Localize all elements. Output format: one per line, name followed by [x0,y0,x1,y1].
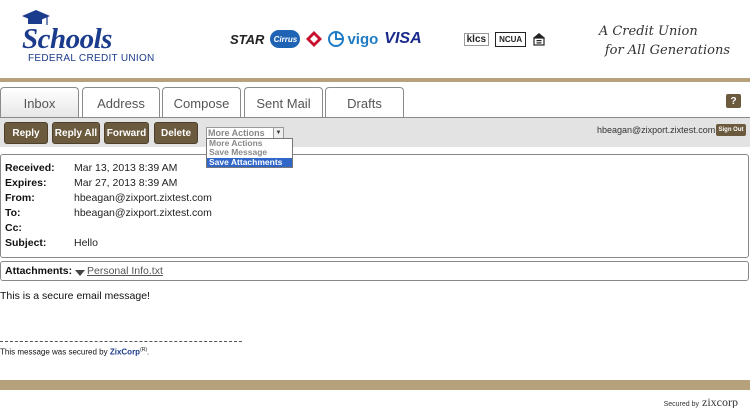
user-email: hbeagan@zixport.zixtest.com [597,125,716,135]
forward-button[interactable]: Forward [104,122,149,144]
received-row: Received: Mar 13, 2013 8:39 AM [5,162,177,176]
more-actions-value: More Actions [208,128,265,138]
network-logos: STAR Cirrus vigo VISA klcs NCUA [230,28,546,50]
pinwheel-icon [328,31,345,47]
logo-subtitle: FEDERAL CREDIT UNION [28,53,155,64]
expires-value: Mar 27, 2013 8:39 AM [74,177,178,189]
zixcorp-logo: zixcorp [702,395,738,408]
vigo-logo: vigo [328,31,378,48]
expires-label: Expires: [5,177,47,189]
attachments-bar: Attachments: Personal Info.txt [0,261,749,281]
to-row: To: hbeagan@zixport.zixtest.com [5,207,212,221]
from-value: hbeagan@zixport.zixtest.com [74,192,212,204]
cc-label: Cc: [5,222,22,234]
registered-mark: (R) [140,347,148,353]
attachments-label: Attachments: [5,265,73,277]
secured-by-label: Secured by [663,401,700,408]
footer-bar [0,380,750,390]
tab-sent-mail[interactable]: Sent Mail [244,87,323,118]
tagline-line-1: A Credit Union [598,24,698,39]
attachment-link[interactable]: Personal Info.txt [87,265,163,277]
message-body: This is a secure email message! [0,290,150,302]
from-row: From: hbeagan@zixport.zixtest.com [5,192,212,206]
from-label: From: [5,192,35,204]
klcs-logo: klcs [463,32,490,46]
to-value: hbeagan@zixport.zixtest.com [74,207,212,219]
tab-drafts[interactable]: Drafts [325,87,404,118]
sign-out-button[interactable]: Sign Out [716,124,746,136]
help-button[interactable]: ? [726,94,741,108]
tab-compose[interactable]: Compose [162,87,241,118]
chevron-down-icon[interactable]: ▼ [273,128,283,138]
secured-by-footer: Secured by zixcorp [664,395,738,408]
subject-label: Subject: [5,237,47,249]
cirrus-logo: Cirrus [270,30,301,48]
schools-fcu-logo: Schools FEDERAL CREDIT UNION [20,10,154,64]
cc-row: Cc: [5,222,74,236]
plus-network-icon [306,31,323,47]
equal-housing-icon [533,33,546,46]
expand-triangle-icon[interactable] [75,270,85,276]
site-header: Schools FEDERAL CREDIT UNION STAR Cirrus… [0,0,750,78]
notice-period: . [147,347,150,357]
secured-by-notice: This message was secured by ZixCorp(R). [0,347,149,357]
subject-value: Hello [74,237,98,249]
star-network-logo: STAR [230,31,265,47]
tagline-line-2: for All Generations [604,43,730,58]
vigo-text: vigo [347,30,379,48]
visa-logo: VISA [384,30,422,47]
ncua-logo: NCUA [495,31,527,47]
tab-inbox[interactable]: Inbox [0,87,79,118]
secured-text: This message was secured by [0,347,108,357]
dropdown-option-save-attachments[interactable]: Save Attachments [207,157,292,168]
tab-address[interactable]: Address [82,87,160,118]
received-value: Mar 13, 2013 8:39 AM [74,162,178,174]
signature-divider [0,341,242,342]
tagline: A Credit Union for All Generations [599,22,730,60]
subject-row: Subject: Hello [5,237,98,251]
received-label: Received: [5,162,55,174]
reply-all-button[interactable]: Reply All [52,122,100,144]
expires-row: Expires: Mar 27, 2013 8:39 AM [5,177,177,191]
to-label: To: [5,207,21,219]
zixcorp-link: ZixCorp [109,347,141,357]
header-divider [0,78,750,82]
message-headers: Received: Mar 13, 2013 8:39 AM Expires: … [0,154,749,258]
more-actions-dropdown: More Actions Save Message Save Attachmen… [206,138,293,168]
reply-button[interactable]: Reply [4,122,48,144]
logo-wordmark: Schools [22,23,112,55]
delete-button[interactable]: Delete [154,122,198,144]
